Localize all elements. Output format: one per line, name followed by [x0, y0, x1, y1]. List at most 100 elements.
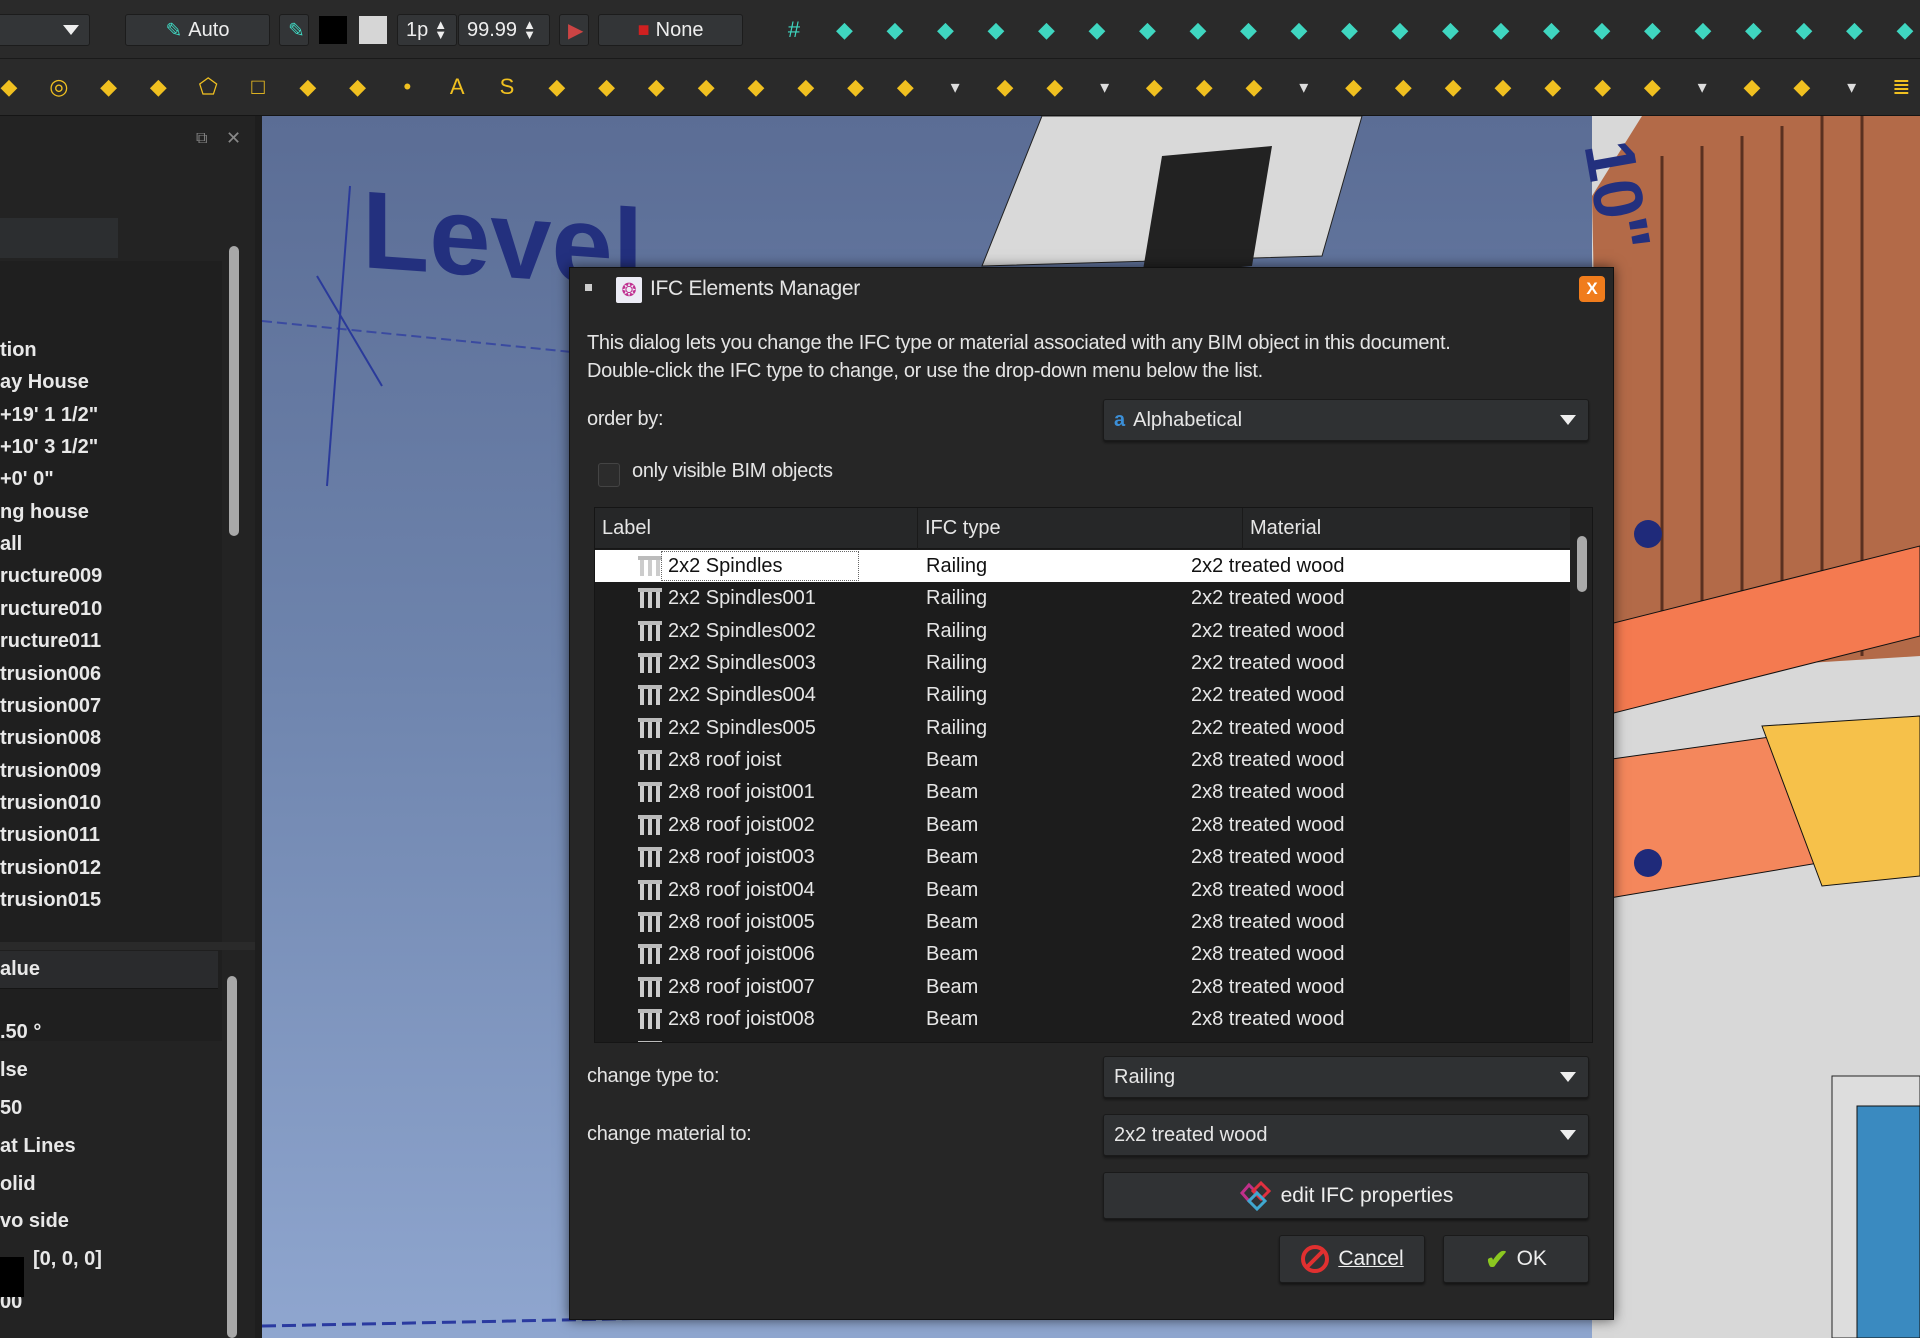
font-size-spinbox[interactable]: 99.99 ▲ ▼ — [458, 14, 550, 46]
polygon-icon[interactable]: ⬠ — [193, 72, 223, 102]
snap-line-icon[interactable]: ◆ — [1082, 15, 1112, 45]
snap-move-icon[interactable]: ◆ — [1234, 15, 1264, 45]
table-scrollbar-track[interactable] — [1570, 508, 1592, 1042]
dropdown-icon[interactable]: ▾ — [1289, 72, 1319, 102]
wall-tool-icon[interactable]: ◆ — [741, 72, 771, 102]
beam-icon[interactable]: ◆ — [890, 72, 920, 102]
structure-frame-icon[interactable]: ◆ — [641, 72, 671, 102]
fence-icon[interactable]: ◆ — [1189, 72, 1219, 102]
tree-item[interactable]: ructure010 — [0, 598, 102, 621]
tree-item[interactable]: trusion011 — [0, 824, 100, 847]
property-value[interactable]: [0, 0, 0] — [33, 1248, 102, 1271]
table-row[interactable]: 2x8 roof joist002 Beam 2x8 treated wood — [595, 809, 1570, 841]
rectangle-icon[interactable]: □ — [243, 72, 273, 102]
property-value[interactable]: olid — [0, 1173, 36, 1196]
table-row[interactable]: 2x2 Spindles001 Railing 2x2 treated wood — [595, 582, 1570, 614]
line-width-spinbox[interactable]: 1p ▲ ▼ — [397, 14, 457, 46]
snap-working-plane-icon[interactable]: ◆ — [1537, 15, 1567, 45]
apply-style-button[interactable]: ▶ — [559, 14, 589, 46]
polyline-icon[interactable]: ◆ — [0, 72, 24, 102]
table-row[interactable]: 2x2 Spindles004 Railing 2x2 treated wood — [595, 679, 1570, 711]
tools-icon[interactable]: ◆ — [1587, 15, 1617, 45]
bezier-icon[interactable]: ◆ — [343, 72, 373, 102]
material-icon[interactable]: ◆ — [1737, 72, 1767, 102]
tree-item[interactable]: trusion012 — [0, 857, 101, 880]
view-icon[interactable]: ◆ — [1840, 15, 1870, 45]
draw-style-button[interactable]: ✎ Auto — [125, 14, 270, 46]
text-icon[interactable]: A — [442, 72, 472, 102]
column-header-ifc-type[interactable]: IFC type — [918, 508, 1243, 549]
tree-item[interactable]: ructure009 — [0, 565, 102, 588]
grid-icon[interactable]: # — [779, 15, 809, 45]
tree-scrollbar[interactable] — [229, 246, 239, 536]
table-row[interactable]: 2x2 Spindles003 Railing 2x2 treated wood — [595, 647, 1570, 679]
dropdown-icon[interactable]: ▾ — [1687, 72, 1717, 102]
cancel-button[interactable]: Cancel — [1279, 1235, 1425, 1283]
window-menu-icon[interactable] — [585, 284, 592, 291]
column-header-material[interactable]: Material — [1243, 508, 1570, 549]
snap-lock-icon[interactable]: ◆ — [830, 15, 860, 45]
level-icon[interactable]: ◆ — [1388, 72, 1418, 102]
stairs-icon[interactable]: ◆ — [1339, 72, 1369, 102]
dropdown-icon[interactable]: ▾ — [1837, 72, 1867, 102]
property-value[interactable]: .50 ° — [0, 1021, 41, 1044]
box-icon[interactable]: ◆ — [1438, 72, 1468, 102]
color-swatch[interactable] — [0, 1257, 24, 1297]
label-icon[interactable]: ◆ — [592, 72, 622, 102]
panel-splitter[interactable] — [0, 942, 255, 950]
snap-extension-icon[interactable]: ◆ — [1133, 15, 1163, 45]
table-row[interactable]: 2x8 roof joist008 Beam 2x8 treated wood — [595, 1003, 1570, 1035]
property-value[interactable]: 50 — [0, 1097, 22, 1120]
property-value[interactable]: vo side — [0, 1210, 69, 1233]
close-panel-icon[interactable]: ✕ — [226, 128, 241, 149]
table-row[interactable] — [595, 1035, 1570, 1042]
tree-item[interactable]: tion — [0, 339, 37, 362]
change-type-dropdown[interactable]: Railing — [1103, 1056, 1589, 1098]
tree-tab[interactable] — [0, 218, 118, 258]
point-icon[interactable]: • — [392, 72, 422, 102]
table-row[interactable]: 2x8 roof joist001 Beam 2x8 treated wood — [595, 776, 1570, 808]
close-button[interactable]: X — [1579, 276, 1605, 302]
tree-item[interactable]: ructure011 — [0, 630, 101, 653]
cluster-icon[interactable]: ◆ — [1787, 72, 1817, 102]
snap-endpoint-icon[interactable]: ◆ — [880, 15, 910, 45]
tree-item[interactable]: +0' 0" — [0, 468, 54, 491]
snap-perpendicular-icon[interactable]: ◆ — [1183, 15, 1213, 45]
tree-item[interactable]: ng house — [0, 501, 89, 524]
bspline-icon[interactable]: ◆ — [293, 72, 323, 102]
stairs-icon[interactable]: ◆ — [791, 72, 821, 102]
tree-item[interactable]: +19' 1 1/2" — [0, 404, 98, 427]
column-icon[interactable]: ◆ — [841, 72, 871, 102]
hatch-button[interactable]: ■ None — [598, 14, 743, 46]
snap-near-icon[interactable]: ◆ — [1436, 15, 1466, 45]
window-icon[interactable]: ◆ — [990, 72, 1020, 102]
snap-grid-icon[interactable]: ◆ — [1032, 15, 1062, 45]
table-row[interactable]: 2x8 roof joist003 Beam 2x8 treated wood — [595, 841, 1570, 873]
order-by-dropdown[interactable]: a Alphabetical — [1103, 399, 1589, 441]
property-value[interactable]: lse — [0, 1059, 28, 1082]
table-row[interactable]: 2x8 roof joist005 Beam 2x8 treated wood — [595, 906, 1570, 938]
edit-ifc-properties-button[interactable]: edit IFC properties — [1103, 1172, 1589, 1219]
wall-icon[interactable]: ◆ — [1688, 15, 1718, 45]
table-row[interactable]: 2x8 roof joist007 Beam 2x8 treated wood — [595, 971, 1570, 1003]
schedule-icon[interactable]: ◆ — [1488, 72, 1518, 102]
property-value[interactable]: at Lines — [0, 1135, 76, 1158]
snap-center-icon[interactable]: ◆ — [1284, 15, 1314, 45]
equipment-icon[interactable]: ◆ — [1239, 72, 1269, 102]
spin-arrows-icon[interactable]: ▲ ▼ — [434, 18, 447, 41]
list-icon[interactable]: ≣ — [1886, 72, 1916, 102]
snap-dimension-icon[interactable]: ◆ — [1486, 15, 1516, 45]
pipe-icon[interactable]: ◆ — [1139, 72, 1169, 102]
book-icon[interactable]: ◆ — [1890, 15, 1920, 45]
pen-color-button[interactable]: ✎ — [279, 14, 309, 46]
arc-icon[interactable]: ◆ — [94, 72, 124, 102]
table-row[interactable]: 2x2 Spindles002 Railing 2x2 treated wood — [595, 615, 1570, 647]
snap-ortho-icon[interactable]: ◆ — [1335, 15, 1365, 45]
table-row[interactable]: 2x8 roof joist004 Beam 2x8 treated wood — [595, 874, 1570, 906]
column-header-label[interactable]: Label — [595, 508, 918, 549]
circle-icon[interactable]: ◎ — [44, 72, 74, 102]
change-material-dropdown[interactable]: 2x2 treated wood — [1103, 1114, 1589, 1156]
table-row[interactable]: 2x8 roof joist006 Beam 2x8 treated wood — [595, 938, 1570, 970]
tree-item[interactable]: trusion007 — [0, 695, 101, 718]
only-visible-label[interactable]: only visible BIM objects — [632, 460, 833, 483]
